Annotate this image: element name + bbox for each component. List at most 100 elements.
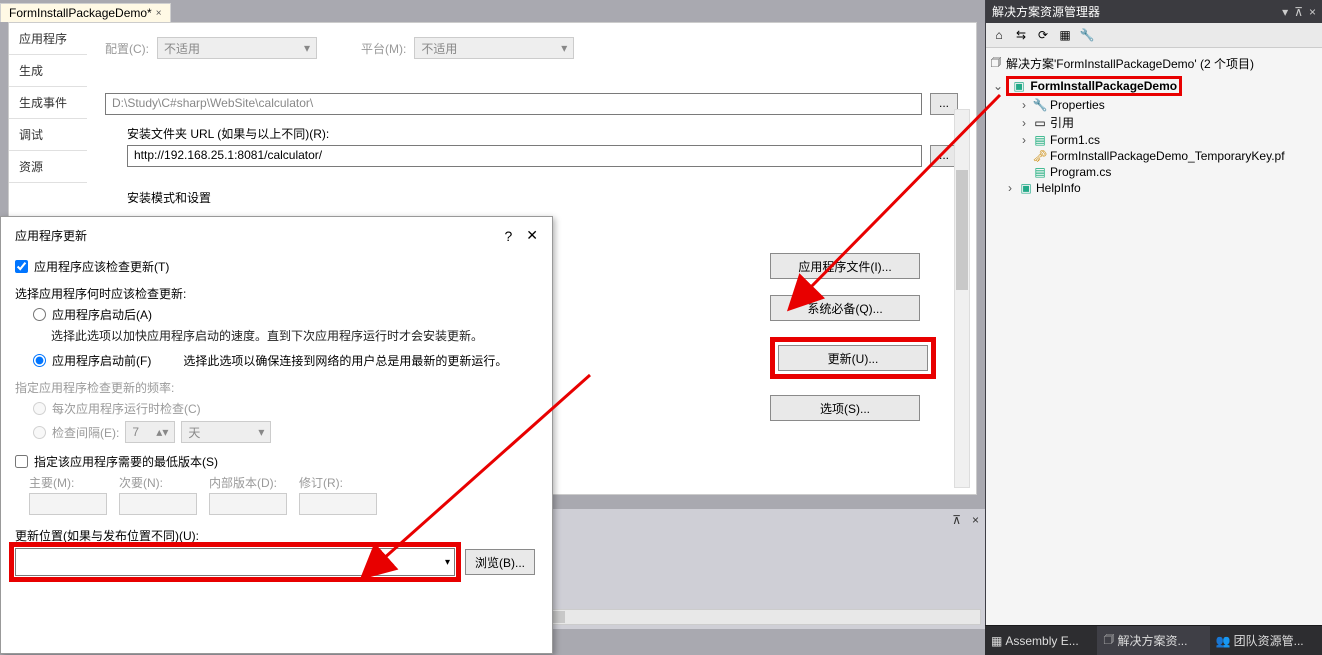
references-node[interactable]: 引用 bbox=[1050, 114, 1074, 131]
chevron-down-icon: ▾ bbox=[258, 425, 264, 439]
revision-input bbox=[299, 493, 377, 515]
wrench-icon: 🔧 bbox=[1032, 98, 1048, 112]
after-start-radio[interactable]: 应用程序启动后(A) bbox=[33, 306, 538, 323]
version-grid: 主要(M): 次要(N): 内部版本(D): 修订(R): bbox=[29, 474, 538, 515]
check-for-updates-label: 应用程序应该检查更新(T) bbox=[34, 258, 169, 275]
every-run-radio: 每次应用程序运行时检查(C) bbox=[33, 400, 538, 417]
every-run-input bbox=[33, 402, 46, 415]
chevron-down-icon: ▾ bbox=[445, 557, 450, 568]
nav-resources[interactable]: 资源 bbox=[9, 151, 87, 183]
minor-input bbox=[119, 493, 197, 515]
document-tab[interactable]: FormInstallPackageDemo* × bbox=[0, 3, 171, 22]
show-all-icon[interactable]: ▦ bbox=[1056, 26, 1074, 44]
min-version-section: 指定该应用程序需要的最低版本(S) 主要(M): 次要(N): 内部版本(D):… bbox=[15, 453, 538, 515]
close-icon[interactable]: ✕ bbox=[526, 227, 538, 244]
helpinfo-node[interactable]: HelpInfo bbox=[1036, 181, 1081, 195]
update-location-label: 更新位置(如果与发布位置不同)(U): bbox=[15, 527, 538, 544]
side-area: 解决方案资源管理器 ▾ ⊼ × ⌂ ⇆ ⟳ ▦ 🔧 🗇 解决方案'FormIns… bbox=[985, 0, 1322, 655]
solution-explorer-titlebar: 解决方案资源管理器 ▾ ⊼ × bbox=[986, 0, 1322, 23]
side-tool-tabs: ▦Assembly E... 🗇解决方案资... 👥团队资源管... bbox=[985, 625, 1322, 655]
pin-icon[interactable]: ⊼ bbox=[952, 513, 961, 527]
solution-root[interactable]: 解决方案'FormInstallPackageDemo' (2 个项目) bbox=[1006, 55, 1254, 72]
nav-debug[interactable]: 调试 bbox=[9, 119, 87, 151]
nav-build-events[interactable]: 生成事件 bbox=[9, 87, 87, 119]
assembly-icon: ▦ bbox=[991, 634, 1002, 648]
interval-unit-combo: 天▾ bbox=[181, 421, 271, 443]
chevron-down-icon[interactable]: ⌄ bbox=[992, 79, 1004, 93]
update-location-combo[interactable]: ▾ bbox=[15, 548, 455, 576]
when-to-check-section: 选择应用程序何时应该检查更新: 应用程序启动后(A) 选择此选项以加快应用程序启… bbox=[15, 285, 538, 369]
nav-build[interactable]: 生成 bbox=[9, 55, 87, 87]
dialog-titlebar: 应用程序更新 ? ✕ bbox=[15, 227, 538, 244]
chevron-right-icon[interactable]: › bbox=[1004, 181, 1016, 195]
install-mode-label: 安装模式和设置 bbox=[105, 189, 958, 206]
when-label: 选择应用程序何时应该检查更新: bbox=[15, 285, 538, 302]
check-for-updates-input[interactable] bbox=[15, 260, 28, 273]
close-icon[interactable]: × bbox=[156, 8, 162, 19]
pin-icon[interactable]: ⊼ bbox=[1294, 5, 1303, 19]
editor-area: FormInstallPackageDemo* × 应用程序 生成 生成事件 调… bbox=[0, 0, 985, 655]
check-frequency-section: 指定应用程序检查更新的频率: 每次应用程序运行时检查(C) 检查间隔(E): 7… bbox=[15, 379, 538, 443]
application-files-button[interactable]: 应用程序文件(I)... bbox=[770, 253, 920, 279]
major-input bbox=[29, 493, 107, 515]
chevron-right-icon[interactable]: › bbox=[1018, 133, 1030, 147]
install-url-row: 安装文件夹 URL (如果与以上不同)(R): http://192.168.2… bbox=[105, 125, 958, 167]
before-start-hint: 选择此选项以确保连接到网络的用户总是用最新的更新运行。 bbox=[183, 352, 507, 369]
collapse-icon[interactable]: ⇆ bbox=[1012, 26, 1030, 44]
chevron-down-icon: ▾ bbox=[561, 41, 567, 55]
document-tab-row: FormInstallPackageDemo* × bbox=[0, 0, 171, 22]
browse-button[interactable]: 浏览(B)... bbox=[465, 549, 535, 575]
csharp-icon: ▤ bbox=[1032, 165, 1048, 179]
dropdown-icon[interactable]: ▾ bbox=[1282, 5, 1288, 19]
platform-combo[interactable]: 不适用▾ bbox=[414, 37, 574, 59]
prerequisites-button[interactable]: 系统必备(Q)... bbox=[770, 295, 920, 321]
tab-team-explorer[interactable]: 👥团队资源管... bbox=[1210, 626, 1322, 655]
solution-icon: 🗇 bbox=[1103, 630, 1114, 651]
scrollbar-thumb[interactable] bbox=[956, 170, 968, 290]
interval-value-spinner: 7▴▾ bbox=[125, 421, 175, 443]
publish-path-input[interactable]: D:\Study\C#sharp\WebSite\calculator\ bbox=[105, 93, 922, 115]
project-node-highlight: ▣ FormInstallPackageDemo bbox=[1006, 76, 1182, 96]
solution-icon: 🗇 bbox=[988, 53, 1004, 74]
build-input bbox=[209, 493, 287, 515]
program-node[interactable]: Program.cs bbox=[1050, 165, 1111, 179]
properties-node[interactable]: Properties bbox=[1050, 98, 1105, 112]
check-for-updates-checkbox[interactable]: 应用程序应该检查更新(T) bbox=[15, 258, 538, 275]
tab-assembly-explorer[interactable]: ▦Assembly E... bbox=[985, 626, 1097, 655]
before-start-radio[interactable]: 应用程序启动前(F) 选择此选项以确保连接到网络的用户总是用最新的更新运行。 bbox=[33, 352, 538, 369]
chevron-right-icon[interactable]: › bbox=[1018, 116, 1030, 130]
interval-input bbox=[33, 426, 46, 439]
csproj-icon: ▣ bbox=[1011, 79, 1027, 93]
publish-buttons-column: 应用程序文件(I)... 系统必备(Q)... 更新(U)... 选项(S)..… bbox=[770, 253, 936, 421]
solution-tree[interactable]: 🗇 解决方案'FormInstallPackageDemo' (2 个项目) ⌄… bbox=[986, 48, 1322, 200]
key-node[interactable]: FormInstallPackageDemo_TemporaryKey.pf bbox=[1050, 149, 1285, 163]
close-icon[interactable]: × bbox=[1309, 5, 1316, 19]
config-combo[interactable]: 不适用▾ bbox=[157, 37, 317, 59]
solution-explorer-title: 解决方案资源管理器 bbox=[992, 3, 1100, 20]
updates-button[interactable]: 更新(U)... bbox=[778, 345, 928, 371]
refresh-icon[interactable]: ⟳ bbox=[1034, 26, 1052, 44]
tab-solution-explorer[interactable]: 🗇解决方案资... bbox=[1097, 626, 1209, 655]
min-version-checkbox[interactable]: 指定该应用程序需要的最低版本(S) bbox=[15, 453, 538, 470]
project-node[interactable]: FormInstallPackageDemo bbox=[1030, 79, 1177, 93]
form1-node[interactable]: Form1.cs bbox=[1050, 133, 1100, 147]
properties-icon[interactable]: 🔧 bbox=[1078, 26, 1096, 44]
chevron-right-icon[interactable]: › bbox=[1018, 98, 1030, 112]
before-start-input[interactable] bbox=[33, 354, 46, 367]
config-row: 配置(C): 不适用▾ 平台(M): 不适用▾ bbox=[105, 37, 958, 59]
help-icon[interactable]: ? bbox=[504, 228, 512, 244]
solution-explorer: 解决方案资源管理器 ▾ ⊼ × ⌂ ⇆ ⟳ ▦ 🔧 🗇 解决方案'FormIns… bbox=[985, 0, 1322, 625]
solution-explorer-toolbar: ⌂ ⇆ ⟳ ▦ 🔧 bbox=[986, 23, 1322, 48]
update-button-highlight: 更新(U)... bbox=[770, 337, 936, 379]
nav-application[interactable]: 应用程序 bbox=[9, 23, 87, 55]
min-version-input[interactable] bbox=[15, 455, 28, 468]
publish-path-row: D:\Study\C#sharp\WebSite\calculator\ ... bbox=[105, 93, 958, 115]
form-icon: ▤ bbox=[1032, 133, 1048, 147]
after-start-input[interactable] bbox=[33, 308, 46, 321]
close-icon[interactable]: × bbox=[972, 513, 979, 527]
install-url-input[interactable]: http://192.168.25.1:8081/calculator/ bbox=[127, 145, 922, 167]
properties-vscrollbar[interactable] bbox=[954, 109, 970, 488]
application-updates-dialog: 应用程序更新 ? ✕ 应用程序应该检查更新(T) 选择应用程序何时应该检查更新:… bbox=[0, 216, 553, 654]
options-button[interactable]: 选项(S)... bbox=[770, 395, 920, 421]
home-icon[interactable]: ⌂ bbox=[990, 26, 1008, 44]
